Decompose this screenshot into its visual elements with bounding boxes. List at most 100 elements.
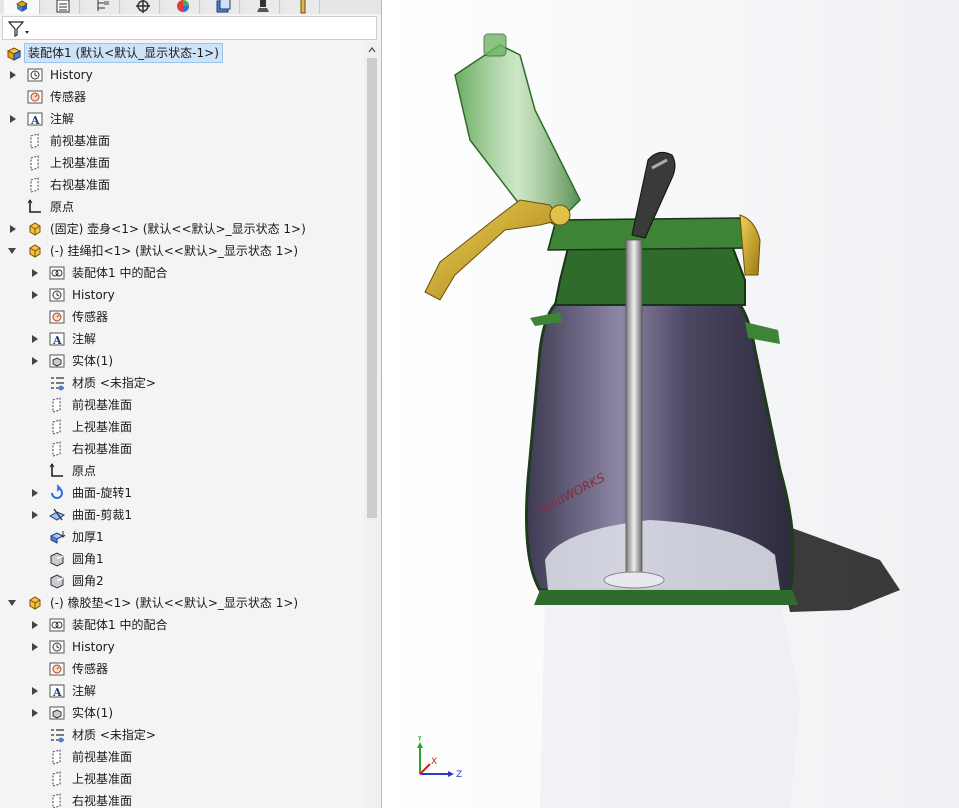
expand-arrow-icon[interactable] [32, 687, 38, 695]
tree-item-annotation[interactable]: A 注解 [22, 328, 364, 350]
tree-item-plane[interactable]: 前视基准面 [0, 130, 364, 152]
tree-item-annotation[interactable]: A 注解 [0, 108, 364, 130]
scroll-up-arrow-icon[interactable] [367, 45, 377, 55]
configuration-manager-tab[interactable] [84, 0, 120, 14]
property-manager-tab[interactable] [44, 0, 80, 14]
appearance-tab[interactable] [204, 0, 240, 14]
feature-tree: 装配体1 (默认<默认_显示状态-1>) History 传感器 A 注解 前视基准面 上视… [0, 42, 364, 808]
tree-item-label: 材质 <未指定> [72, 376, 156, 390]
tree-item-fillet[interactable]: 圆角2 [22, 570, 364, 592]
tree-item-plane[interactable]: 上视基准面 [22, 768, 364, 790]
tolerance-icon [300, 0, 306, 14]
translucent-lid[interactable] [454, 33, 581, 226]
tree-item-sensor[interactable]: 传感器 [22, 306, 364, 328]
tree-item-label: 装配体1 中的配合 [72, 618, 168, 632]
plane-icon [52, 397, 61, 413]
tree-item-history[interactable]: History [22, 636, 364, 658]
tree-item-solid-bodies[interactable]: 实体(1) [22, 702, 364, 724]
scrollbar-thumb[interactable] [367, 58, 377, 518]
tree-root-label: 装配体1 (默认<默认_显示状态-1>) [24, 43, 223, 63]
tree-item-surface-revolve[interactable]: 曲面-旋转1 [22, 482, 364, 504]
tree-item-annotation[interactable]: A 注解 [22, 680, 364, 702]
tree-item-label: 材质 <未指定> [72, 728, 156, 742]
tree-item-label: 原点 [72, 464, 97, 478]
tree-item-plane[interactable]: 前视基准面 [22, 394, 364, 416]
assembly-icon [6, 47, 22, 61]
mates-icon [49, 618, 65, 632]
tree-root-assembly[interactable]: 装配体1 (默认<默认_显示状态-1>) [0, 42, 364, 64]
expand-arrow-icon[interactable] [10, 115, 16, 123]
tree-item-label: History [50, 68, 93, 82]
tree-item-plane[interactable]: 上视基准面 [22, 416, 364, 438]
tree-item-material[interactable]: 材质 <未指定> [22, 372, 364, 394]
bottle-body[interactable] [525, 217, 799, 605]
tree-item-mates[interactable]: 装配体1 中的配合 [22, 614, 364, 636]
tree-item-label: History [72, 288, 115, 302]
collapse-arrow-icon[interactable] [8, 600, 16, 606]
tree-scrollbar[interactable] [364, 42, 380, 808]
expand-arrow-icon[interactable] [32, 621, 38, 629]
tree-filter[interactable] [2, 16, 377, 40]
tree-item-fillet[interactable]: 圆角1 [22, 548, 364, 570]
reference-triad[interactable]: Y Z X [410, 736, 470, 786]
feature-manager-icon [16, 0, 28, 12]
tree-item-plane[interactable]: 右视基准面 [0, 174, 364, 196]
tree-item-label: 右视基准面 [72, 794, 133, 808]
expand-arrow-icon[interactable] [32, 709, 38, 717]
expand-arrow-icon[interactable] [32, 511, 38, 519]
tree-item-plane[interactable]: 右视基准面 [22, 790, 364, 808]
plane-icon [52, 749, 61, 765]
tree-item-sensor[interactable]: 传感器 [22, 658, 364, 680]
collapse-arrow-icon[interactable] [8, 248, 16, 254]
expand-arrow-icon[interactable] [10, 225, 16, 233]
tree-item-sensor[interactable]: 传感器 [0, 86, 364, 108]
cam-icon [257, 0, 269, 12]
mates-icon [49, 266, 65, 280]
tree-item-history[interactable]: History [22, 284, 364, 306]
annotation-icon: A [27, 112, 43, 127]
tree-item-plane[interactable]: 前视基准面 [22, 746, 364, 768]
graphics-area[interactable]: SolidWORKS [382, 0, 959, 808]
expand-arrow-icon[interactable] [32, 291, 38, 299]
tree-item-label: 前视基准面 [72, 750, 133, 764]
tree-item-thicken[interactable]: 加厚1 [22, 526, 364, 548]
expand-arrow-icon[interactable] [32, 335, 38, 343]
dimxpert-icon [136, 0, 150, 13]
tree-item-label: 加厚1 [72, 530, 104, 544]
tree-item-history[interactable]: History [0, 64, 364, 86]
tree-item-part[interactable]: (-) 挂绳扣<1> (默认<<默认>_显示状态 1>) [0, 240, 364, 262]
tree-item-label: 注解 [72, 332, 97, 346]
part-icon [29, 596, 41, 610]
model-reflection [540, 600, 800, 808]
feature-manager-tab[interactable] [4, 0, 40, 14]
surface-trim-icon [48, 508, 66, 521]
expand-arrow-icon[interactable] [32, 643, 38, 651]
feature-manager-panel: 装配体1 (默认<默认_显示状态-1>) History 传感器 A 注解 前视基准面 上视… [0, 0, 382, 808]
tree-item-plane[interactable]: 上视基准面 [0, 152, 364, 174]
tree-item-label: (-) 挂绳扣<1> (默认<<默认>_显示状态 1>) [50, 244, 299, 258]
tree-item-part[interactable]: (固定) 壶身<1> (默认<<默认>_显示状态 1>) [0, 218, 364, 240]
tree-item-label: 上视基准面 [72, 772, 133, 786]
cam-tab[interactable] [244, 0, 280, 14]
expand-arrow-icon[interactable] [32, 269, 38, 277]
expand-arrow-icon[interactable] [32, 489, 38, 497]
tree-item-material[interactable]: 材质 <未指定> [22, 724, 364, 746]
tree-item-label: 右视基准面 [72, 442, 133, 456]
tree-item-label: 传感器 [72, 662, 109, 676]
display-manager-tab[interactable] [164, 0, 200, 14]
tree-item-surface-trim[interactable]: 曲面-剪裁1 [22, 504, 364, 526]
filter-icon[interactable] [7, 20, 31, 38]
expand-arrow-icon[interactable] [10, 71, 16, 79]
expand-arrow-icon[interactable] [32, 357, 38, 365]
tree-item-part[interactable]: (-) 橡胶垫<1> (默认<<默认>_显示状态 1>) [0, 592, 364, 614]
tree-item-solid-bodies[interactable]: 实体(1) [22, 350, 364, 372]
material-icon [51, 377, 64, 391]
tree-item-mates[interactable]: 装配体1 中的配合 [22, 262, 364, 284]
tolerance-tab[interactable] [284, 0, 320, 14]
model-view[interactable]: SolidWORKS [382, 0, 959, 808]
dimxpert-tab[interactable] [124, 0, 160, 14]
tree-item-origin[interactable]: 原点 [22, 460, 364, 482]
tree-item-plane[interactable]: 右视基准面 [22, 438, 364, 460]
tree-item-origin[interactable]: 原点 [0, 196, 364, 218]
sensor-icon [49, 310, 65, 324]
